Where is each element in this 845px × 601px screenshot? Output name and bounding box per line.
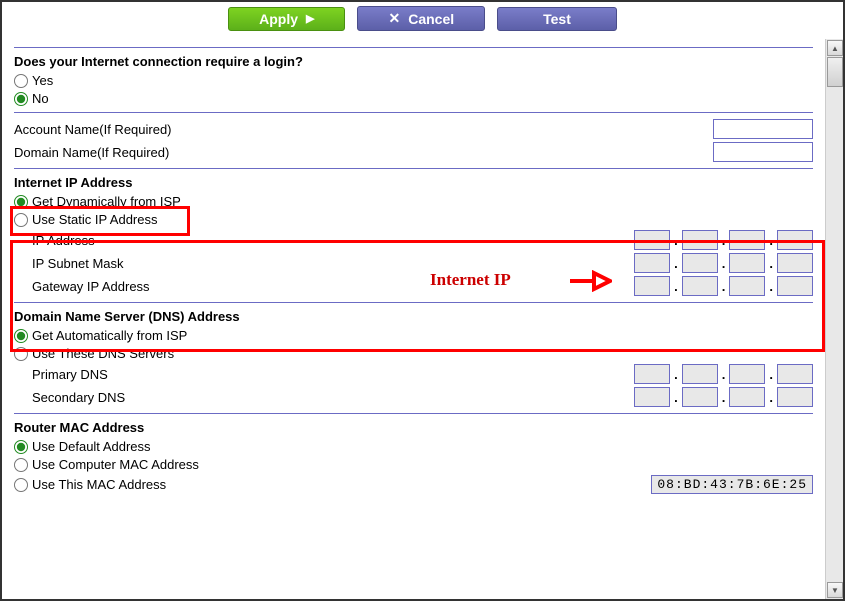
- secondary-dns-oct1[interactable]: [634, 387, 670, 407]
- secondary-dns-oct2[interactable]: [682, 387, 718, 407]
- cancel-x-icon: ✕: [388, 10, 400, 27]
- domain-name-input[interactable]: [713, 142, 813, 162]
- apply-label: Apply: [259, 11, 298, 27]
- subnet-input-group: . . .: [634, 253, 813, 273]
- subnet-oct3[interactable]: [729, 253, 765, 273]
- ip-address-oct4[interactable]: [777, 230, 813, 250]
- subnet-oct2[interactable]: [682, 253, 718, 273]
- gateway-label: Gateway IP Address: [14, 279, 150, 294]
- ip-address-oct1[interactable]: [634, 230, 670, 250]
- apply-arrow-icon: ▶: [306, 12, 314, 25]
- content-wrap: Does your Internet connection require a …: [2, 39, 843, 599]
- primary-dns-oct3[interactable]: [729, 364, 765, 384]
- action-button-bar: Apply ▶ ✕ Cancel Test: [2, 2, 843, 39]
- ip-static-label[interactable]: Use Static IP Address: [32, 212, 158, 227]
- divider: [14, 168, 813, 169]
- primary-dns-oct4[interactable]: [777, 364, 813, 384]
- scrollbar-thumb[interactable]: [827, 57, 843, 87]
- mac-default-label[interactable]: Use Default Address: [32, 439, 151, 454]
- secondary-dns-oct3[interactable]: [729, 387, 765, 407]
- login-yes-radio[interactable]: [14, 74, 28, 88]
- scrollbar-down-icon[interactable]: ▼: [827, 582, 843, 598]
- primary-dns-oct2[interactable]: [682, 364, 718, 384]
- dns-auto-radio[interactable]: [14, 329, 28, 343]
- dns-manual-label[interactable]: Use These DNS Servers: [32, 346, 174, 361]
- divider: [14, 112, 813, 113]
- secondary-dns-label: Secondary DNS: [14, 390, 125, 405]
- ip-address-oct3[interactable]: [729, 230, 765, 250]
- primary-dns-label: Primary DNS: [14, 367, 108, 382]
- ip-dynamic-radio[interactable]: [14, 195, 28, 209]
- login-no-label[interactable]: No: [32, 91, 49, 106]
- content-area: Does your Internet connection require a …: [2, 39, 825, 599]
- gateway-oct2[interactable]: [682, 276, 718, 296]
- account-name-input[interactable]: [713, 119, 813, 139]
- subnet-label: IP Subnet Mask: [14, 256, 124, 271]
- gateway-oct3[interactable]: [729, 276, 765, 296]
- gateway-oct1[interactable]: [634, 276, 670, 296]
- primary-dns-oct1[interactable]: [634, 364, 670, 384]
- gateway-oct4[interactable]: [777, 276, 813, 296]
- secondary-dns-oct4[interactable]: [777, 387, 813, 407]
- primary-dns-input-group: . . .: [634, 364, 813, 384]
- mac-default-radio[interactable]: [14, 440, 28, 454]
- login-yes-label[interactable]: Yes: [32, 73, 53, 88]
- ip-address-input-group: . . .: [634, 230, 813, 250]
- dns-auto-label[interactable]: Get Automatically from ISP: [32, 328, 187, 343]
- mac-address-display: 08:BD:43:7B:6E:25: [651, 475, 813, 494]
- subnet-oct1[interactable]: [634, 253, 670, 273]
- ip-dynamic-label[interactable]: Get Dynamically from ISP: [32, 194, 181, 209]
- window-frame: Apply ▶ ✕ Cancel Test Does your Internet…: [0, 0, 845, 601]
- subnet-oct4[interactable]: [777, 253, 813, 273]
- scrollbar-up-icon[interactable]: ▲: [827, 40, 843, 56]
- account-name-label: Account Name(If Required): [14, 122, 172, 137]
- cancel-button[interactable]: ✕ Cancel: [357, 6, 485, 31]
- domain-name-label: Domain Name(If Required): [14, 145, 169, 160]
- login-no-radio[interactable]: [14, 92, 28, 106]
- mac-computer-label[interactable]: Use Computer MAC Address: [32, 457, 199, 472]
- mac-section-title: Router MAC Address: [14, 420, 813, 435]
- ip-section-title: Internet IP Address: [14, 175, 813, 190]
- test-label: Test: [543, 11, 571, 27]
- ip-address-label: IP Address: [14, 233, 95, 248]
- divider: [14, 302, 813, 303]
- mac-computer-radio[interactable]: [14, 458, 28, 472]
- apply-button[interactable]: Apply ▶: [228, 7, 345, 31]
- login-section-title: Does your Internet connection require a …: [14, 54, 813, 69]
- mac-custom-label[interactable]: Use This MAC Address: [32, 477, 166, 492]
- dns-manual-radio[interactable]: [14, 347, 28, 361]
- divider: [14, 413, 813, 414]
- test-button[interactable]: Test: [497, 7, 617, 31]
- gateway-input-group: . . .: [634, 276, 813, 296]
- vertical-scrollbar[interactable]: ▲ ▼: [825, 39, 843, 599]
- dns-section-title: Domain Name Server (DNS) Address: [14, 309, 813, 324]
- settings-window: Apply ▶ ✕ Cancel Test Does your Internet…: [2, 2, 843, 599]
- ip-address-oct2[interactable]: [682, 230, 718, 250]
- secondary-dns-input-group: . . .: [634, 387, 813, 407]
- ip-static-radio[interactable]: [14, 213, 28, 227]
- mac-custom-radio[interactable]: [14, 478, 28, 492]
- divider: [14, 47, 813, 48]
- cancel-label: Cancel: [408, 11, 454, 27]
